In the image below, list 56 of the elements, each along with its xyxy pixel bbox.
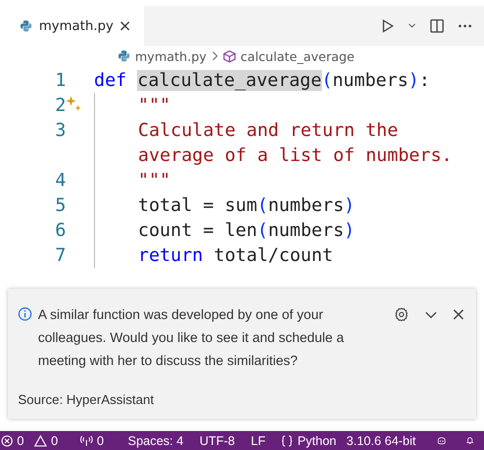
code-token: return [138, 245, 204, 266]
code-token: """ [138, 95, 171, 116]
code-token: count = len [138, 220, 258, 241]
status-item[interactable]: UTF-8 [194, 434, 240, 448]
run-icon[interactable] [382, 19, 394, 33]
status-item[interactable]: 3.10.6 64-bit [341, 434, 421, 448]
error-icon [1, 434, 13, 446]
errors-indicator[interactable]: 0 [0, 434, 29, 448]
code-token: total/count [214, 245, 334, 266]
split-editor-icon[interactable] [430, 19, 444, 33]
close-icon[interactable] [453, 309, 464, 320]
status-item[interactable]: Spaces: 4 [122, 434, 188, 448]
braces-icon [281, 434, 294, 446]
code-token: numbers [268, 195, 344, 216]
chevron-right-icon [212, 51, 218, 61]
close-icon[interactable] [120, 21, 130, 31]
breadcrumb-symbol[interactable]: calculate_average [240, 48, 354, 64]
code-token: ) [344, 220, 355, 241]
warnings-indicator[interactable]: 0 [28, 434, 63, 448]
settings-icon[interactable] [394, 307, 409, 322]
code-token: ( [257, 195, 268, 216]
code-token: """ [138, 170, 171, 191]
notification-source: Source: HyperAssistant [18, 392, 155, 407]
code-token: ( [257, 220, 268, 241]
chevron-down-icon[interactable] [408, 23, 416, 29]
line-number: 3 [55, 119, 66, 143]
code-token: ) [344, 195, 355, 216]
code-token: average of a list of numbers. [138, 145, 452, 166]
language-indicator[interactable]: Python [276, 434, 342, 448]
broadcast-icon [80, 434, 93, 446]
line-number: 6 [55, 219, 66, 243]
python-file-icon [20, 20, 32, 32]
code-token: Calculate and return the [138, 120, 398, 141]
code-token: total = sum [138, 195, 258, 216]
code-token: : [419, 70, 430, 91]
code-token: numbers [268, 220, 344, 241]
info-icon [18, 307, 32, 321]
code-token: ( [322, 70, 332, 91]
breadcrumb-file[interactable]: mymath.py [135, 48, 207, 64]
notification-message: A similar function was developed by one of your colleagues. Would you like to see it and schedule a meeting with her to discuss the similarities? [38, 306, 345, 370]
line-number: 2 [55, 94, 66, 118]
code-token: numbers [332, 70, 408, 91]
line-number: 4 [55, 169, 66, 193]
code-token: ) [408, 70, 420, 91]
line-number: 1 [55, 69, 66, 93]
line-number: 7 [55, 244, 66, 268]
chevron-down-icon[interactable] [425, 310, 437, 318]
status-item[interactable]: LF [246, 434, 270, 448]
code-token: def [94, 70, 128, 91]
code-token: calculate_average [137, 70, 322, 91]
python-file-icon [118, 50, 130, 62]
cube-icon [222, 50, 236, 62]
more-icon[interactable] [458, 24, 472, 28]
warning-icon [34, 434, 47, 446]
ports-indicator[interactable]: 0 [74, 434, 109, 448]
line-number: 5 [55, 194, 66, 218]
